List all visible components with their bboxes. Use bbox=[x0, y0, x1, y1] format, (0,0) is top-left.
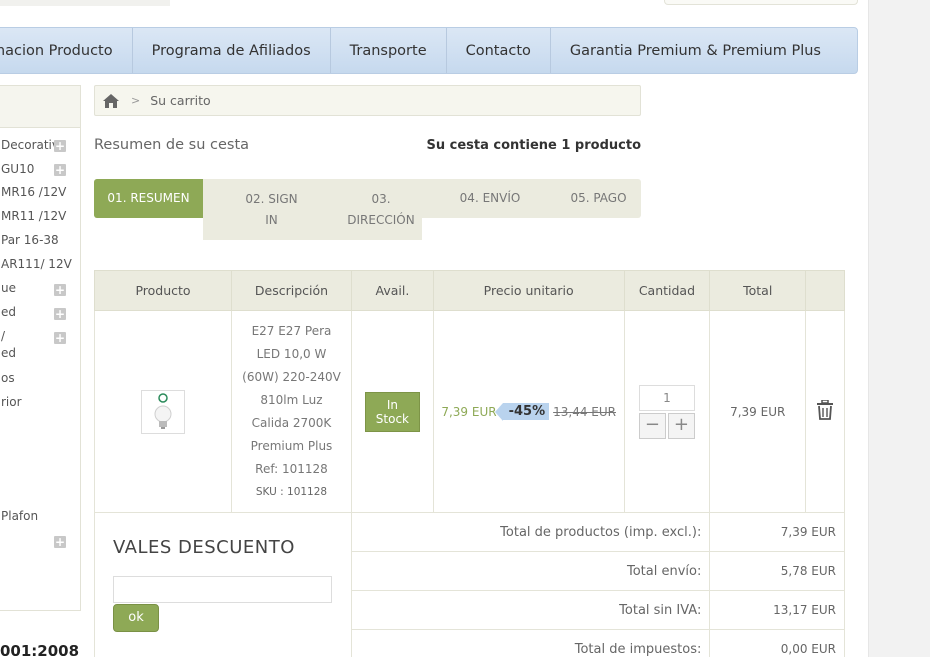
totals-row: VALES DESCUENTO ok Total de productos (i… bbox=[94, 512, 845, 657]
certification-text: 001:2008 bbox=[0, 642, 80, 657]
column-header-descripcion: Descripción bbox=[230, 270, 352, 311]
table-row: E27 E27 Pera LED 10,0 W (60W) 220-240V 8… bbox=[94, 310, 845, 513]
page-gutter bbox=[868, 0, 930, 657]
line-total-cell: 7,39 EUR bbox=[709, 310, 807, 513]
page: macion Producto Programa de Afiliados Tr… bbox=[0, 0, 930, 657]
vouchers-title: VALES DESCUENTO bbox=[113, 537, 295, 558]
step-label: 03. bbox=[371, 191, 391, 206]
breadcrumb-current: Su carrito bbox=[150, 93, 211, 108]
total-no-vat-label: Total sin IVA: bbox=[350, 590, 711, 630]
sidebar-item[interactable]: ue bbox=[1, 281, 16, 296]
step-summary[interactable]: 01. RESUMEN bbox=[94, 179, 203, 218]
quantity-decrease-button[interactable]: − bbox=[638, 412, 666, 439]
page-title: Resumen de su cesta bbox=[94, 137, 250, 153]
sidebar-item[interactable]: Par 16-38 bbox=[1, 233, 59, 248]
main-nav: macion Producto Programa de Afiliados Tr… bbox=[0, 27, 858, 74]
expand-plus-icon[interactable]: + bbox=[54, 140, 66, 152]
product-thumbnail[interactable] bbox=[140, 389, 185, 434]
cart-count: Su cesta contiene 1 producto bbox=[426, 138, 641, 153]
product-name-line[interactable]: E27 E27 Pera bbox=[236, 320, 347, 343]
sidebar-item[interactable]: MR11 /12V bbox=[1, 209, 66, 224]
product-description-cell: E27 E27 Pera LED 10,0 W (60W) 220-240V 8… bbox=[230, 310, 352, 513]
product-image-cell bbox=[94, 310, 232, 513]
expand-plus-icon[interactable]: + bbox=[54, 284, 66, 296]
step-label: 02. SIGN bbox=[245, 191, 298, 206]
total-products-value: 7,39 EUR bbox=[709, 512, 845, 552]
expand-plus-icon[interactable]: + bbox=[54, 164, 66, 176]
step-sign-in[interactable]: 02. SIGN IN bbox=[203, 179, 340, 240]
sidebar-item[interactable]: / bbox=[1, 329, 5, 344]
sidebar-item[interactable]: ed bbox=[1, 305, 16, 320]
product-name-line[interactable]: 810lm Luz bbox=[236, 389, 347, 412]
table-header-row: Producto Descripción Avail. Precio unita… bbox=[94, 270, 845, 311]
breadcrumb-separator: > bbox=[131, 94, 141, 107]
quantity-input[interactable]: 1 bbox=[638, 384, 695, 411]
column-header-cantidad: Cantidad bbox=[623, 270, 711, 311]
step-label: IN bbox=[265, 212, 278, 227]
total-shipping-label: Total envío: bbox=[350, 551, 711, 591]
availability-cell: In Stock bbox=[350, 310, 434, 513]
product-name-line[interactable]: (60W) 220-240V bbox=[236, 366, 347, 389]
nav-item-informacion-producto[interactable]: macion Producto bbox=[0, 28, 133, 73]
sidebar-item[interactable]: Plafon bbox=[1, 509, 38, 524]
stock-badge-line: Stock bbox=[375, 411, 410, 426]
quantity-increase-button[interactable]: + bbox=[667, 412, 695, 439]
nav-item-programa-afiliados[interactable]: Programa de Afiliados bbox=[133, 28, 331, 73]
delete-cell bbox=[805, 310, 845, 513]
sidebar-item[interactable]: AR111/ 12V bbox=[1, 257, 72, 272]
vouchers-panel: VALES DESCUENTO ok bbox=[94, 512, 352, 657]
step-shipping[interactable]: 04. ENVÍO bbox=[440, 179, 540, 218]
expand-plus-icon[interactable]: + bbox=[54, 536, 66, 548]
total-no-vat-value: 13,17 EUR bbox=[709, 590, 845, 630]
step-address[interactable]: 03. DIRECCIÓN bbox=[340, 179, 422, 240]
cart-table: Producto Descripción Avail. Precio unita… bbox=[94, 270, 845, 657]
stock-badge-line: In bbox=[386, 397, 398, 412]
total-products-label: Total de productos (imp. excl.): bbox=[350, 512, 711, 552]
stock-badge: In Stock bbox=[364, 391, 420, 432]
trash-icon[interactable] bbox=[816, 399, 834, 420]
sidebar-item[interactable]: GU10 bbox=[1, 162, 34, 177]
expand-plus-icon[interactable]: + bbox=[54, 308, 66, 320]
product-name-line[interactable]: Calida 2700K bbox=[236, 412, 347, 435]
discount-badge: -45% bbox=[494, 403, 550, 421]
sidebar-header bbox=[0, 86, 80, 128]
product-ref: Ref: 101128 bbox=[255, 461, 328, 476]
price-new: 7,39 EUR bbox=[441, 404, 497, 419]
sidebar-item[interactable]: rior bbox=[1, 395, 22, 410]
product-name-line[interactable]: LED 10,0 W bbox=[236, 343, 347, 366]
home-icon[interactable] bbox=[103, 93, 119, 108]
sidebar-item[interactable]: MR16 /12V bbox=[1, 185, 66, 200]
unit-price-cell: 7,39 EUR -45% 13,44 EUR bbox=[432, 310, 625, 513]
product-name-line[interactable]: Premium Plus bbox=[236, 435, 347, 458]
sidebar-item[interactable]: ed bbox=[1, 346, 16, 361]
voucher-code-input[interactable] bbox=[113, 576, 332, 603]
column-header-actions bbox=[805, 270, 845, 311]
total-tax-value: 0,00 EUR bbox=[709, 629, 845, 657]
nav-item-transporte[interactable]: Transporte bbox=[331, 28, 447, 73]
product-sku: SKU : 101128 bbox=[255, 485, 328, 498]
column-header-total: Total bbox=[709, 270, 807, 311]
column-header-producto: Producto bbox=[94, 270, 232, 311]
breadcrumb: > Su carrito bbox=[94, 85, 641, 116]
search-box-edge[interactable] bbox=[664, 0, 858, 5]
column-header-precio: Precio unitario bbox=[432, 270, 625, 311]
sidebar-item[interactable]: os bbox=[1, 371, 15, 386]
expand-plus-icon[interactable]: + bbox=[54, 332, 66, 344]
checkout-steps: 01. RESUMEN 02. SIGN IN 03. DIRECCIÓN 04… bbox=[94, 179, 641, 240]
category-sidebar: Decorativa + GU10 + MR16 /12V MR11 /12V … bbox=[0, 85, 81, 611]
logo-strip bbox=[0, 0, 170, 6]
nav-item-contacto[interactable]: Contacto bbox=[447, 28, 551, 73]
column-header-avail: Avail. bbox=[350, 270, 434, 311]
voucher-ok-button[interactable]: ok bbox=[113, 604, 159, 632]
bulb-icon bbox=[154, 392, 172, 429]
step-payment[interactable]: 05. PAGO bbox=[556, 179, 641, 218]
nav-item-garantia[interactable]: Garantia Premium & Premium Plus bbox=[551, 28, 840, 73]
total-shipping-value: 5,78 EUR bbox=[709, 551, 845, 591]
quantity-cell: 1 − + bbox=[623, 310, 711, 513]
total-tax-label: Total de impuestos: bbox=[350, 629, 711, 657]
price-old: 13,44 EUR bbox=[553, 404, 616, 419]
step-label: DIRECCIÓN bbox=[347, 212, 415, 227]
